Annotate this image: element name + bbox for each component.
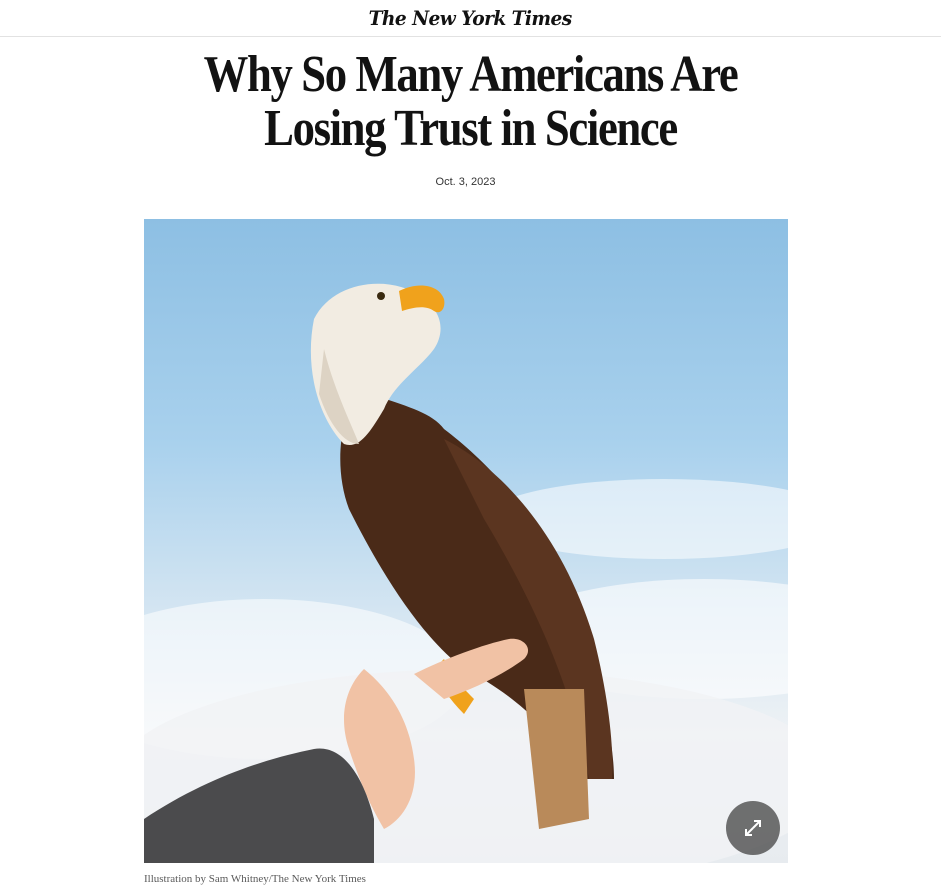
expand-arrows-icon: [745, 820, 761, 836]
article-date: Oct. 3, 2023: [435, 176, 496, 188]
expand-image-button[interactable]: [726, 801, 780, 855]
masthead: The New York Times: [0, 0, 941, 37]
image-caption: Illustration by Sam Whitney/The New York…: [144, 873, 366, 885]
nyt-logo[interactable]: The New York Times: [369, 6, 573, 30]
eagle-illustration: [144, 283, 788, 863]
hero-illustration: [144, 219, 788, 863]
article-headline: Why So Many Americans Are Losing Trust i…: [203, 46, 739, 157]
